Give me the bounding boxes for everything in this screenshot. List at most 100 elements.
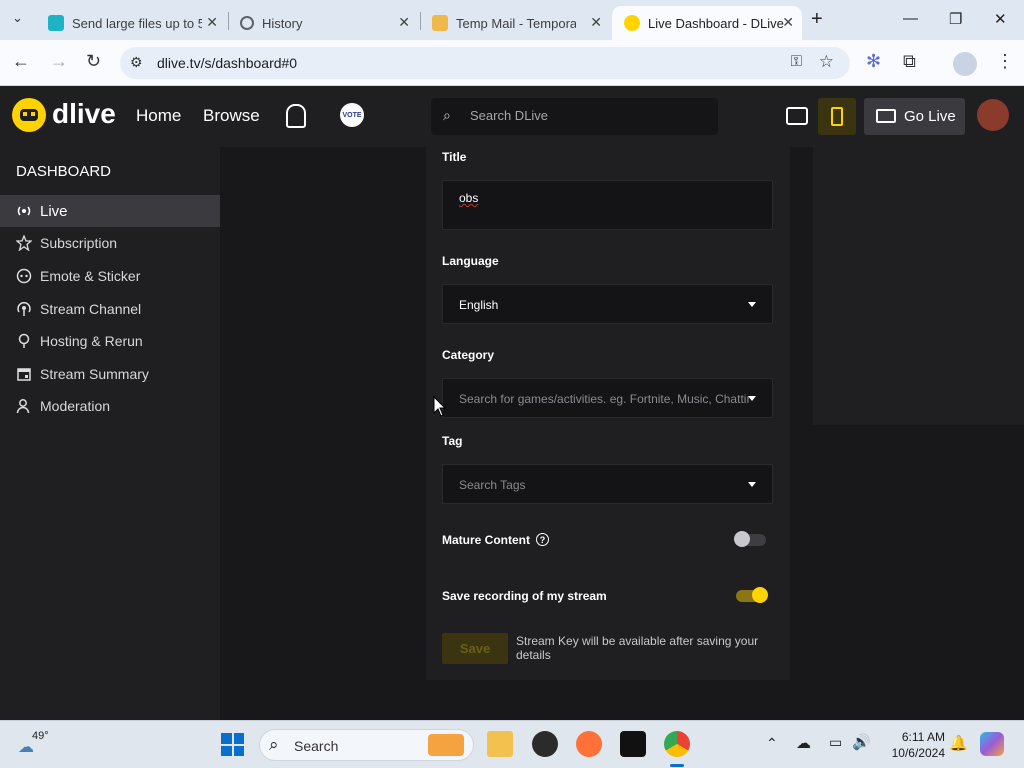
sidebar-item-stream-channel[interactable]: Stream Channel	[0, 293, 220, 325]
search-icon: ⌕	[269, 735, 279, 754]
tag-placeholder: Search Tags	[459, 478, 526, 492]
mature-toggle[interactable]	[734, 531, 766, 547]
file-explorer-icon[interactable]	[487, 731, 513, 757]
chevron-down-icon	[748, 482, 756, 487]
tab-live-dashboard[interactable]: Live Dashboard - DLive ✕	[612, 6, 802, 40]
toggle-knob	[734, 531, 750, 547]
vote-badge-icon[interactable]: VOTE	[340, 103, 364, 127]
tab-label: Send large files up to 5	[72, 15, 202, 31]
sidebar-item-live[interactable]: Live	[0, 195, 220, 227]
toggle-knob	[752, 587, 768, 603]
calendar-icon	[16, 366, 32, 382]
dlive-favicon-icon	[624, 15, 640, 31]
right-side-panel	[813, 147, 1024, 425]
go-live-button[interactable]: Go Live	[864, 98, 965, 135]
display-icon[interactable]: ▭	[829, 734, 842, 751]
reload-icon[interactable]: ↻	[86, 51, 101, 72]
system-clock[interactable]: 6:11 AM 10/6/2024	[892, 729, 945, 761]
sidebar-item-label: Stream Summary	[40, 366, 149, 382]
minimize-icon[interactable]: —	[903, 10, 918, 27]
category-placeholder: Search for games/activities. eg. Fortnit…	[459, 392, 749, 406]
copilot-icon[interactable]	[980, 732, 1004, 756]
tab-label: Live Dashboard - DLive	[648, 15, 784, 31]
mobile-button[interactable]	[818, 98, 856, 135]
language-label: Language	[442, 254, 499, 268]
close-window-icon[interactable]: ✕	[994, 10, 1007, 28]
forward-arrow-icon[interactable]: →	[50, 51, 68, 72]
save-recording-toggle[interactable]	[736, 587, 768, 603]
stream-settings-form: Title obs Language English Category Sear…	[426, 147, 790, 680]
browser-menu-icon[interactable]: ⋮	[996, 51, 1014, 72]
close-icon[interactable]: ✕	[782, 14, 794, 31]
active-app-indicator	[670, 764, 684, 767]
restore-icon[interactable]: ❐	[949, 10, 962, 28]
password-key-icon[interactable]: ⚿	[791, 53, 802, 70]
user-avatar[interactable]	[977, 99, 1009, 131]
site-settings-icon[interactable]: ⚙	[130, 54, 143, 71]
go-live-label: Go Live	[904, 108, 956, 125]
address-bar[interactable]: ⚙ dlive.tv/s/dashboard#0 ⚿ ☆	[120, 47, 850, 79]
back-arrow-icon[interactable]: ←	[12, 51, 30, 72]
help-question-icon[interactable]: ?	[536, 533, 549, 546]
tab-temp-mail[interactable]: Temp Mail - Temporar ✕	[420, 6, 610, 40]
stream-channel-icon	[16, 301, 32, 317]
sidebar-item-moderation[interactable]: Moderation	[0, 390, 220, 422]
language-value: English	[459, 298, 499, 312]
notification-bell-icon[interactable]: 🔔	[949, 734, 968, 752]
nav-browse[interactable]: Browse	[203, 106, 260, 126]
mouse-cursor-icon	[433, 396, 447, 417]
temp-mail-favicon-icon	[432, 15, 448, 31]
obs-studio-icon[interactable]	[532, 731, 558, 757]
url-text[interactable]: dlive.tv/s/dashboard#0	[157, 55, 297, 71]
dlive-logo[interactable]: dlive	[52, 98, 116, 130]
sidebar-item-label: Moderation	[40, 398, 111, 414]
category-select[interactable]: Search for games/activities. eg. Fortnit…	[442, 378, 773, 418]
network-off-icon[interactable]: ☁	[796, 734, 811, 752]
language-select[interactable]: English	[442, 284, 773, 324]
volume-icon[interactable]: 🔊	[852, 733, 871, 751]
firefox-icon[interactable]	[576, 731, 602, 757]
dlive-topnav: dlive Home Browse VOTE ⌕ Search DLive Go…	[0, 86, 1024, 147]
audio-app-icon[interactable]	[620, 731, 646, 757]
sidebar-item-subscription[interactable]: Subscription	[0, 227, 220, 259]
chevron-up-icon[interactable]: ⌃	[766, 735, 778, 752]
title-value[interactable]: obs	[459, 191, 478, 205]
chevron-down-icon	[748, 302, 756, 307]
stream-key-note: Stream Key will be available after savin…	[516, 634, 759, 662]
ghost-mascot-icon[interactable]	[286, 104, 306, 128]
chat-messages-icon[interactable]	[786, 107, 808, 125]
location-pin-icon	[16, 333, 32, 349]
sidebar-item-emote-sticker[interactable]: Emote & Sticker	[0, 260, 220, 292]
bookmark-star-icon[interactable]: ☆	[819, 52, 834, 72]
dlive-logo-icon[interactable]	[12, 98, 46, 132]
save-button[interactable]: Save	[442, 633, 508, 664]
video-camera-icon	[876, 109, 896, 123]
sidebar-item-stream-summary[interactable]: Stream Summary	[0, 358, 220, 390]
close-icon[interactable]: ✕	[398, 14, 410, 31]
sidebar-item-label: Subscription	[40, 235, 118, 251]
tab-search-dropdown-icon[interactable]: ⌄	[12, 10, 23, 26]
nav-home[interactable]: Home	[136, 106, 181, 126]
taskbar-search[interactable]: ⌕ Search	[259, 729, 474, 761]
chevron-down-icon	[748, 396, 756, 401]
tab-send-files[interactable]: Send large files up to 5 ✕	[36, 6, 226, 40]
new-tab-button[interactable]: +	[811, 8, 823, 31]
sidebar-item-hosting-rerun[interactable]: Hosting & Rerun	[0, 325, 220, 357]
search-highlight-icon	[428, 734, 464, 756]
tab-label: History	[262, 15, 303, 31]
title-label: Title	[442, 150, 467, 164]
tag-select[interactable]: Search Tags	[442, 464, 773, 504]
windows-taskbar: ☁ 49° ⌕ Search ⌃ ☁ ▭ 🔊 6:11 AM 10/6/2024…	[0, 720, 1024, 768]
search-bar[interactable]: ⌕ Search DLive	[431, 98, 718, 135]
windows-start-icon[interactable]	[221, 733, 244, 756]
chrome-icon[interactable]	[664, 731, 690, 757]
profile-icon[interactable]	[953, 52, 977, 76]
sidebar-item-label: Stream Channel	[40, 301, 142, 317]
tab-history[interactable]: History ✕	[228, 6, 418, 40]
close-icon[interactable]: ✕	[206, 14, 218, 31]
extensions-puzzle-icon[interactable]: ⧉	[903, 51, 916, 72]
title-input[interactable]: obs	[442, 180, 773, 230]
extension-snowflake-icon[interactable]: ✻	[866, 51, 881, 72]
close-icon[interactable]: ✕	[590, 14, 602, 31]
weather-temp[interactable]: 49°	[32, 730, 49, 742]
